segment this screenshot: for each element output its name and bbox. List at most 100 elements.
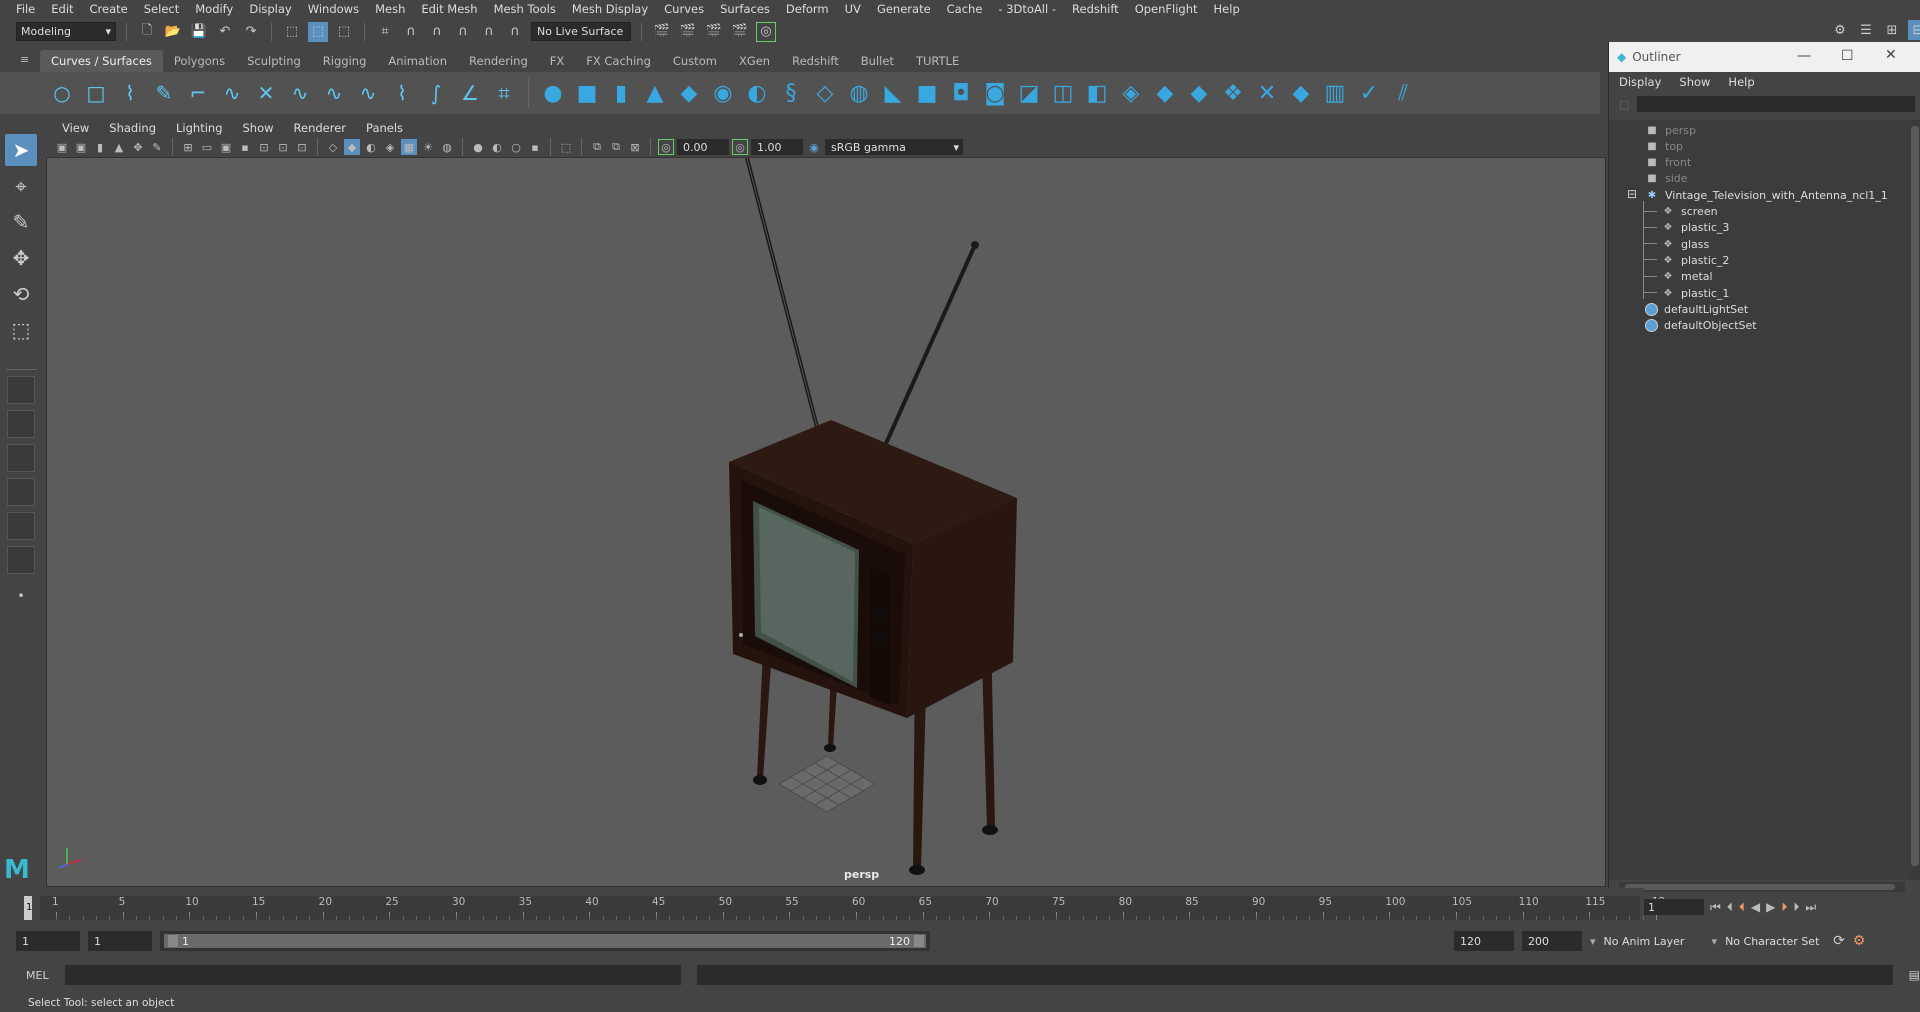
image-plane-icon[interactable]: ▲ [111,139,127,155]
modeling-toolkit-icon[interactable]: ⚙ [1830,20,1850,40]
snap-view-plane-icon[interactable]: ∩ [479,22,499,42]
undo-icon[interactable]: ↶ [215,22,235,42]
live-surface-field[interactable]: No Live Surface [531,22,631,41]
use-all-lights-icon[interactable]: ☀ [420,139,436,155]
outliner-item[interactable]: defaultObjectSet [1645,316,1757,336]
render-view-icon[interactable]: ◎ [756,21,776,42]
anim-layer-dropdown[interactable]: No Anim Layer [1604,935,1704,948]
current-frame-field[interactable]: 1 [1644,899,1704,915]
menu-deform[interactable]: Deform [778,2,837,16]
shelf-tab-polygons[interactable]: Polygons [163,50,236,72]
field-chart-icon[interactable]: ⊡ [256,139,272,155]
insert-isoparm-icon[interactable]: ✓ [1355,79,1383,107]
rotate-tool-icon[interactable]: ⟲ [5,278,37,310]
tool-settings-icon[interactable]: ⊞ [1882,20,1902,40]
range-start-handle[interactable] [168,935,178,947]
camera-attributes-icon[interactable]: ▣ [73,139,89,155]
menu-curves[interactable]: Curves [656,2,712,16]
chevron-down-icon[interactable]: ▾ [1590,935,1596,948]
select-tool-icon[interactable]: ➤ [5,134,37,166]
maximize-icon[interactable]: ☐ [1841,48,1854,64]
gamma-field[interactable]: 1.00 [751,139,803,155]
exposure-field[interactable]: 0.00 [677,139,729,155]
toolbox-more-icon[interactable]: • [5,580,37,612]
shelf-tab-sculpting[interactable]: Sculpting [236,50,312,72]
bookmark-icon[interactable]: ▮ [92,139,108,155]
xray-icon[interactable]: ⧉ [589,139,605,155]
menu-uv[interactable]: UV [837,2,869,16]
shelf-tab-turtle[interactable]: TURTLE [905,50,970,72]
isolate-select-icon[interactable]: ⬚ [558,139,574,155]
lasso-tool-icon[interactable]: ⌖ [5,170,37,202]
menu-create[interactable]: Create [82,2,136,16]
project-curve-icon[interactable]: ◫ [1049,79,1077,107]
convert-to-poly-icon[interactable]: ⫽ [1389,79,1417,107]
menu-mesh-display[interactable]: Mesh Display [564,2,656,16]
play-forward-icon[interactable]: ▶ [1766,900,1775,914]
snap-point-icon[interactable]: ∩ [427,22,447,42]
menu-generate[interactable]: Generate [869,2,939,16]
open-scene-icon[interactable]: 📂 [163,22,183,42]
shelf-tab-rigging[interactable]: Rigging [312,50,378,72]
shelf-tab-fx[interactable]: FX [539,50,576,72]
nurbs-torus-icon[interactable]: ◉ [709,79,737,107]
shelf-tab-redshift[interactable]: Redshift [781,50,850,72]
grease-pencil-icon[interactable]: ✎ [149,139,165,155]
menu-cache[interactable]: Cache [939,2,991,16]
outliner-menu-display[interactable]: Display [1619,75,1661,89]
menu-help[interactable]: Help [1206,2,1248,16]
render-settings-icon[interactable]: 🎬 [704,22,724,42]
ipr-render-icon[interactable]: 🎬 [678,22,698,42]
outliner-vertical-scrollbar[interactable] [1909,120,1920,880]
shelf-tab-bullet[interactable]: Bullet [850,50,905,72]
outliner-horizontal-scrollbar[interactable] [1619,882,1905,892]
menu-mesh[interactable]: Mesh [367,2,413,16]
sculpt-surface-icon[interactable]: ◆ [1287,79,1315,107]
persp-graph-layout-icon[interactable] [7,478,35,506]
play-backward-icon[interactable]: ◀ [1751,900,1760,914]
ep-curve-icon[interactable]: ⌇ [116,79,144,107]
fillet-curve-icon[interactable]: ∠ [456,79,484,107]
outliner-scroll-thumb[interactable] [1911,126,1919,866]
outliner-hscroll-thumb[interactable] [1625,884,1895,890]
nurbs-cylinder-icon[interactable]: ▮ [607,79,635,107]
viewport-menu-lighting[interactable]: Lighting [166,121,232,135]
filter-icon[interactable]: ⬚ [1619,98,1629,111]
shadows-icon[interactable]: ◍ [439,139,455,155]
menu-edit-mesh[interactable]: Edit Mesh [413,2,485,16]
offset-surface-icon[interactable]: ◆ [1185,79,1213,107]
shelf-tab-rendering[interactable]: Rendering [458,50,539,72]
viewport-menu-show[interactable]: Show [233,121,284,135]
menu-3dtoall[interactable]: - 3DtoAll - [990,2,1064,16]
menu-surfaces[interactable]: Surfaces [712,2,778,16]
planar-icon[interactable]: ◇ [811,79,839,107]
scale-tool-icon[interactable]: ⬚ [5,314,37,346]
nurbs-plane-icon[interactable]: ◆ [675,79,703,107]
nurbs-cone-icon[interactable]: ▲ [641,79,669,107]
trim-tool-icon[interactable]: ◧ [1083,79,1111,107]
stitch-icon[interactable]: ✕ [1253,79,1281,107]
revolve-icon[interactable]: ◐ [743,79,771,107]
gate-mask-icon[interactable]: ▪ [237,139,253,155]
depth-of-field-icon[interactable]: ▪ [527,139,543,155]
grid-icon[interactable]: ⊞ [180,139,196,155]
birail-icon[interactable]: ◣ [879,79,907,107]
exposure-icon[interactable]: ◎ [658,139,674,155]
render-frame-icon[interactable]: 🎬 [652,22,672,42]
step-back-key-icon[interactable]: ⏴ [1739,900,1745,915]
untrim-icon[interactable]: ◈ [1117,79,1145,107]
select-component-icon[interactable]: ⬚ [334,22,354,42]
persp-outliner-layout-icon[interactable] [7,444,35,472]
hypershade-icon[interactable]: 🎬 [730,22,750,42]
nurbs-sphere-icon[interactable]: ● [539,79,567,107]
channel-box-icon[interactable]: ⊟ [1908,20,1920,40]
menu-mesh-tools[interactable]: Mesh Tools [486,2,564,16]
viewport-menu-panels[interactable]: Panels [356,121,413,135]
camera-select-icon[interactable]: ▣ [54,139,70,155]
minimize-icon[interactable]: — [1797,48,1811,64]
film-gate-icon[interactable]: ▭ [199,139,215,155]
end-time-field[interactable]: 200 [1522,931,1582,951]
range-slider-fill[interactable] [164,934,926,948]
viewport-menu-view[interactable]: View [52,121,99,135]
xray-joints-icon[interactable]: ⧉ [608,139,624,155]
